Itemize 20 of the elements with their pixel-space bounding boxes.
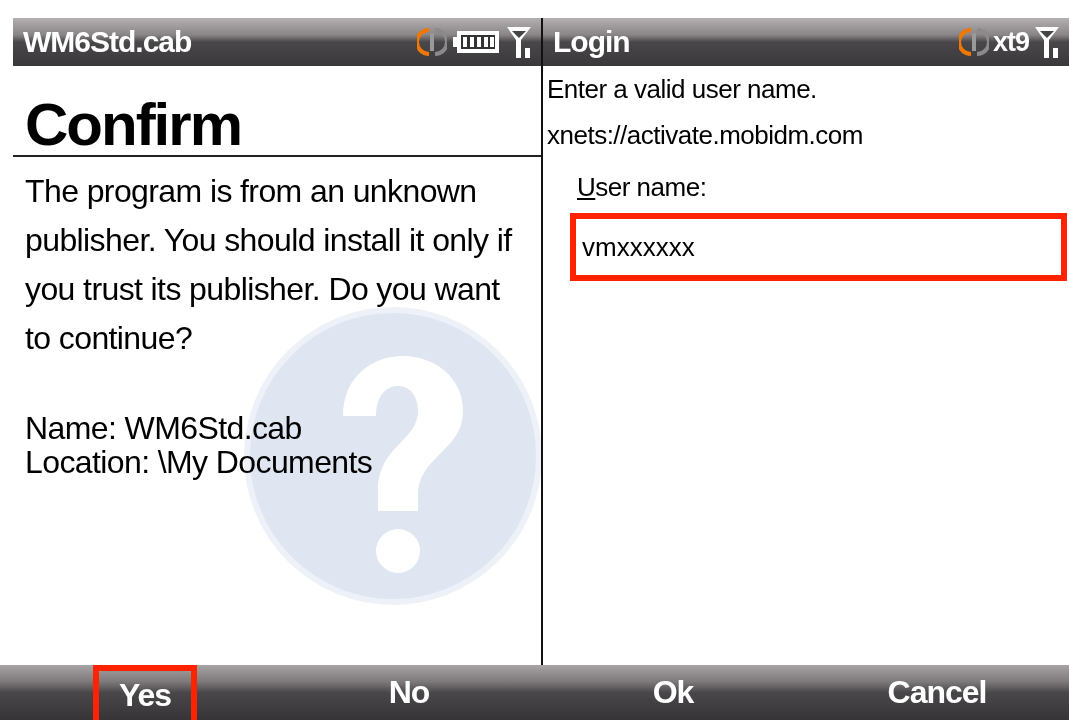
input-mode-indicator: xt9 [992,26,1029,58]
battery-icon [451,29,501,55]
softkey-button[interactable]: Yes [92,665,198,720]
input-field[interactable]: vmxxxxxx [570,213,1067,281]
sync-icon [958,25,989,59]
softkey-button[interactable]: Cancel [861,665,1013,720]
signal-icon [505,24,533,60]
window-title: WM6Std.cab [23,25,192,59]
dialog-heading: Confirm [13,66,541,157]
window-title: Login [553,25,630,59]
server-address: xnets://activate.mobidm.com [546,119,864,152]
detail-text: Name: WM6Std.cab [24,411,303,445]
detail-text: Location: \My Documents [24,445,374,479]
softkey-button[interactable]: No [362,665,456,720]
softkey-button[interactable]: Ok [626,665,720,720]
field-label: User name: [576,171,708,203]
signal-icon [1033,24,1061,60]
prompt-text: Enter a valid user name. [546,73,818,106]
message-text: The program is from an unknown publisher. You should install it only if you trust its publisher. Do you want to continue? [24,172,514,358]
sync-icon [417,25,447,59]
